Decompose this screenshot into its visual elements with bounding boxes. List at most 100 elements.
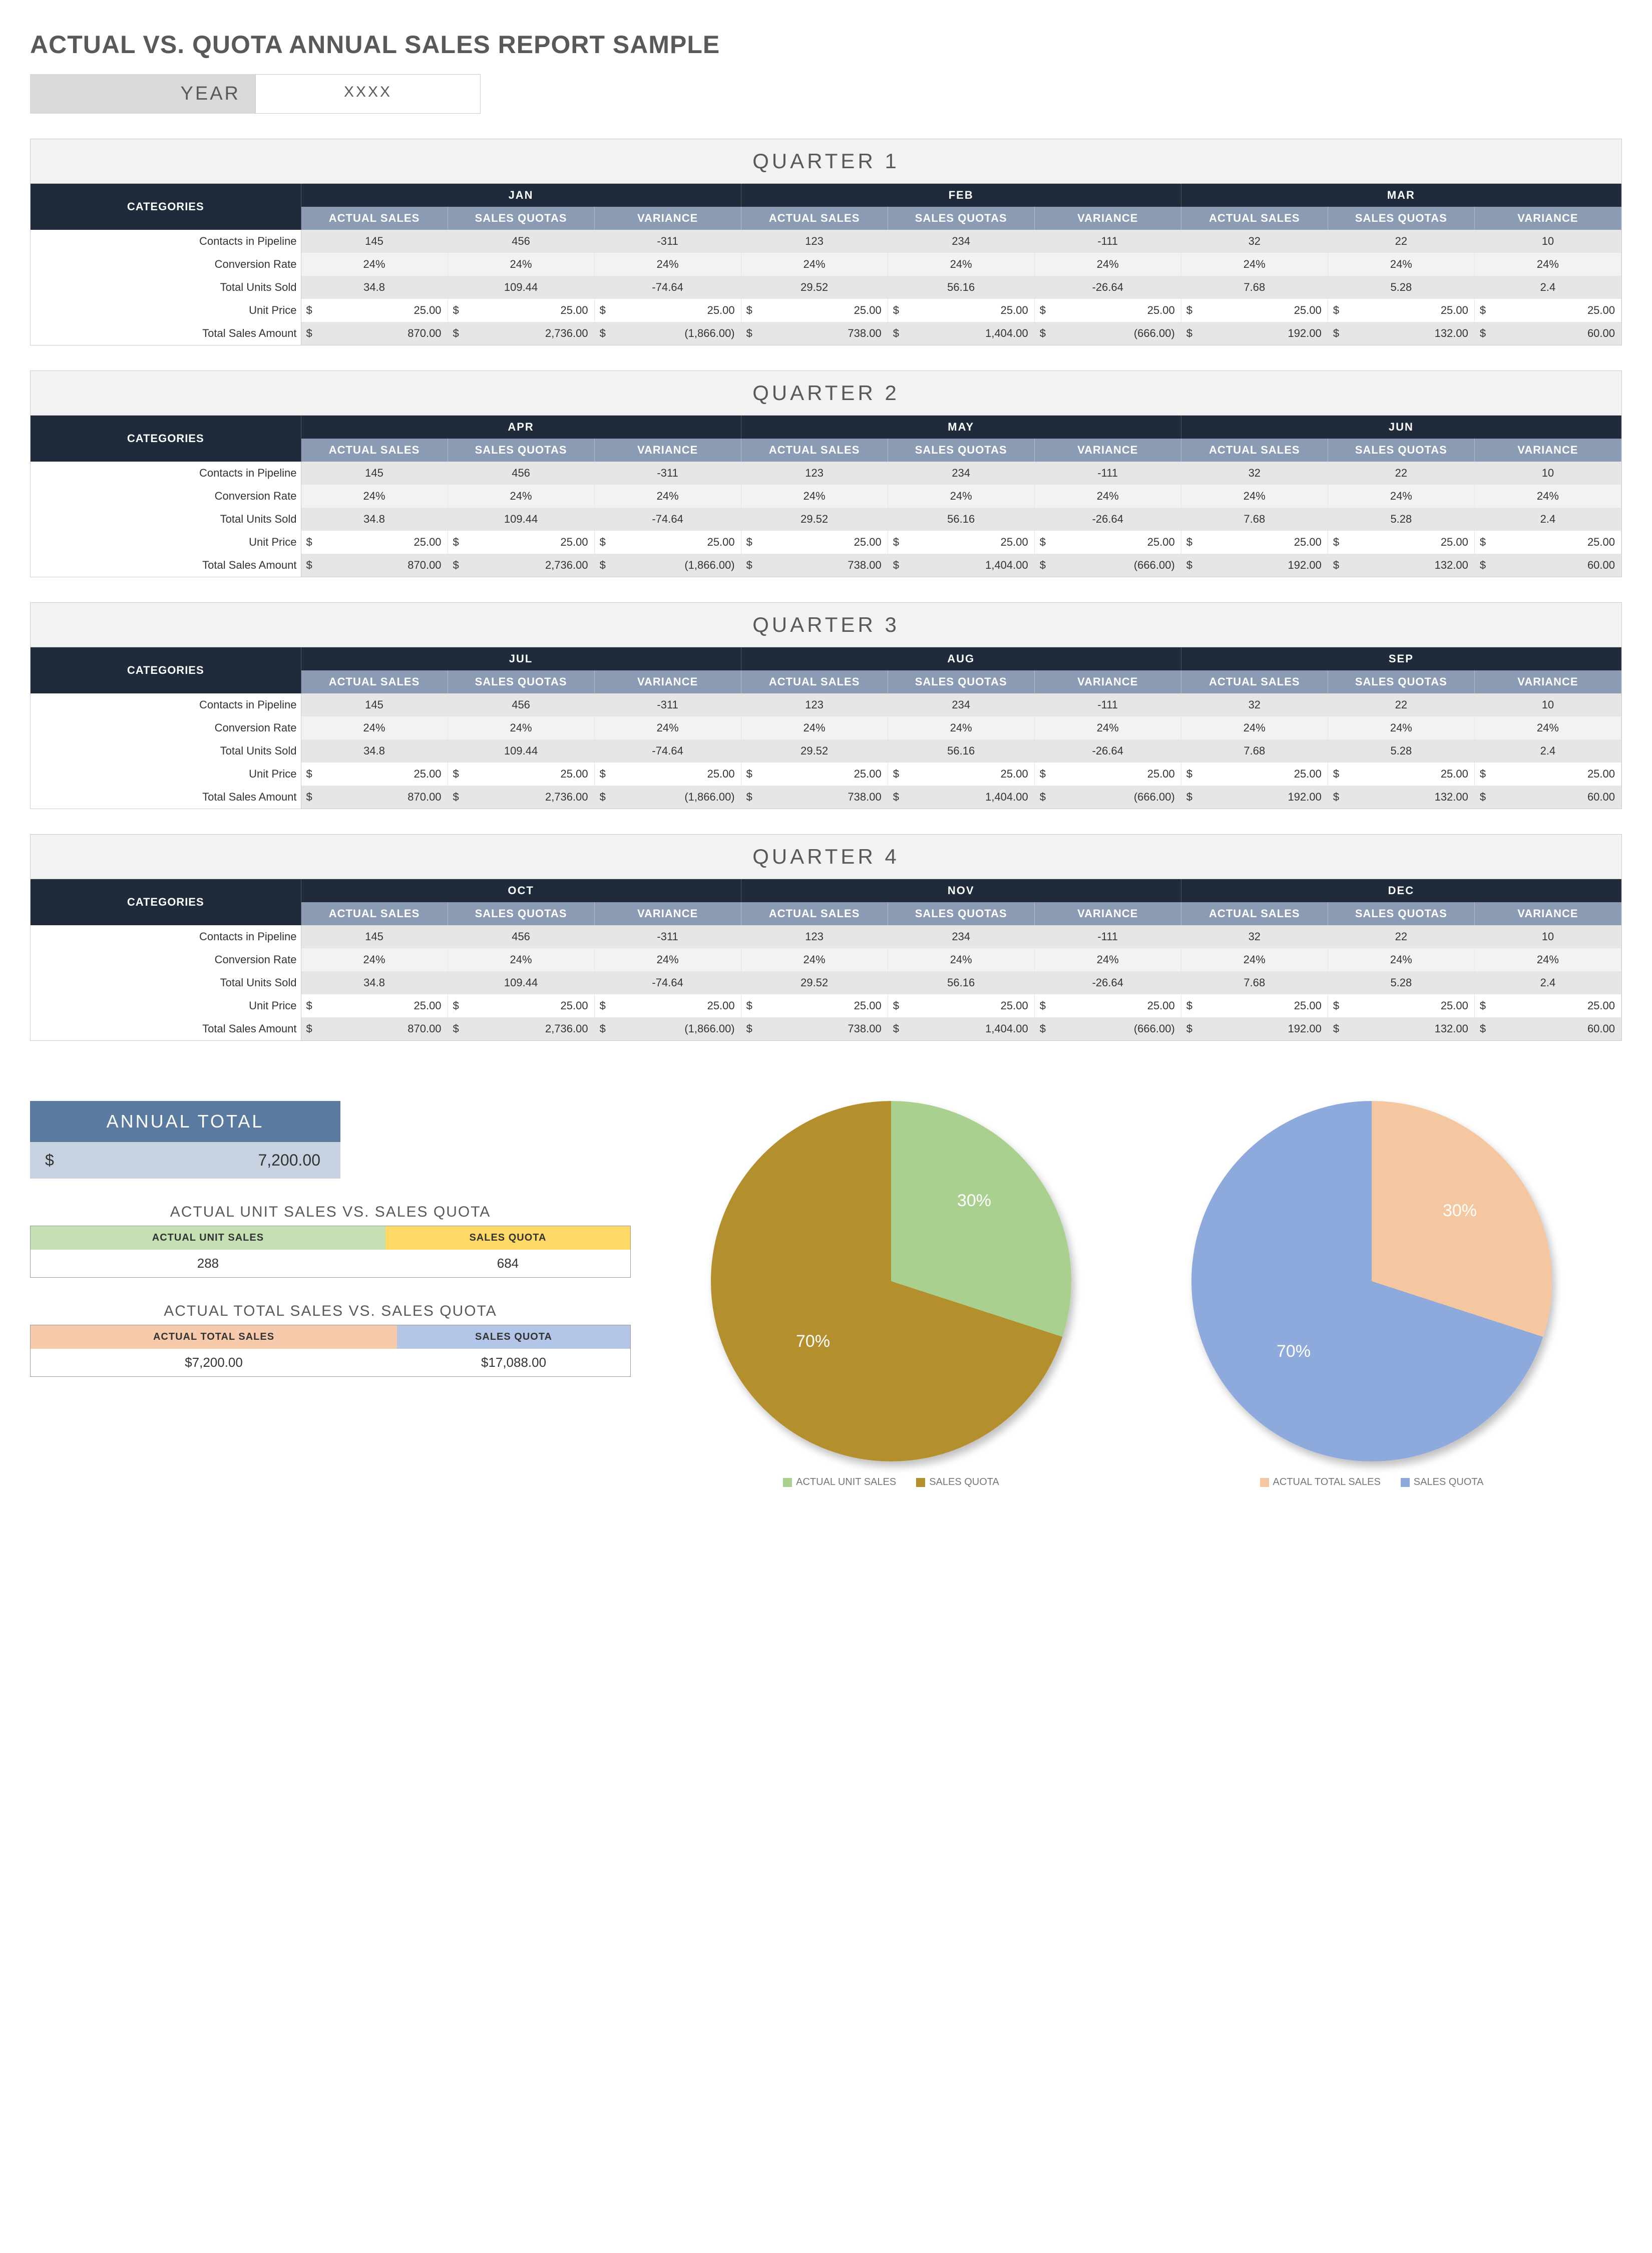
data-cell[interactable]: 24%: [594, 253, 741, 276]
data-cell[interactable]: 10: [1474, 462, 1621, 485]
data-cell[interactable]: -311: [594, 462, 741, 485]
data-cell[interactable]: -311: [594, 925, 741, 948]
data-cell[interactable]: $2,736.00: [448, 786, 594, 809]
data-cell[interactable]: 22: [1328, 462, 1474, 485]
data-cell[interactable]: $2,736.00: [448, 1017, 594, 1040]
data-cell[interactable]: 56.16: [888, 739, 1034, 763]
data-cell[interactable]: $192.00: [1181, 322, 1328, 345]
data-cell[interactable]: $25.00: [1328, 531, 1474, 554]
data-cell[interactable]: 24%: [301, 716, 448, 739]
data-cell[interactable]: $25.00: [594, 994, 741, 1017]
data-cell[interactable]: 10: [1474, 230, 1621, 253]
data-cell[interactable]: 24%: [1034, 948, 1181, 971]
data-cell[interactable]: $1,404.00: [888, 322, 1034, 345]
data-cell[interactable]: 24%: [1328, 253, 1474, 276]
data-cell[interactable]: -311: [594, 693, 741, 716]
data-cell[interactable]: 24%: [1328, 948, 1474, 971]
data-cell[interactable]: $25.00: [594, 763, 741, 786]
data-cell[interactable]: $25.00: [1474, 994, 1621, 1017]
data-cell[interactable]: $25.00: [741, 531, 888, 554]
data-cell[interactable]: 2.4: [1474, 508, 1621, 531]
data-cell[interactable]: $(1,866.00): [594, 554, 741, 577]
data-cell[interactable]: $738.00: [741, 554, 888, 577]
data-cell[interactable]: 24%: [301, 253, 448, 276]
data-cell[interactable]: $25.00: [1328, 763, 1474, 786]
data-cell[interactable]: $25.00: [1328, 994, 1474, 1017]
data-cell[interactable]: -311: [594, 230, 741, 253]
data-cell[interactable]: 32: [1181, 462, 1328, 485]
data-cell[interactable]: 123: [741, 462, 888, 485]
year-input[interactable]: XXXX: [255, 74, 481, 114]
data-cell[interactable]: 24%: [1181, 253, 1328, 276]
data-cell[interactable]: 24%: [301, 485, 448, 508]
data-cell[interactable]: $25.00: [888, 763, 1034, 786]
data-cell[interactable]: 2.4: [1474, 739, 1621, 763]
data-cell[interactable]: 24%: [1474, 253, 1621, 276]
data-cell[interactable]: 24%: [741, 253, 888, 276]
data-cell[interactable]: 7.68: [1181, 508, 1328, 531]
data-cell[interactable]: $2,736.00: [448, 554, 594, 577]
data-cell[interactable]: 24%: [448, 948, 594, 971]
data-cell[interactable]: -111: [1034, 230, 1181, 253]
data-cell[interactable]: $2,736.00: [448, 322, 594, 345]
data-cell[interactable]: $738.00: [741, 786, 888, 809]
data-cell[interactable]: -111: [1034, 693, 1181, 716]
data-cell[interactable]: $60.00: [1474, 1017, 1621, 1040]
data-cell[interactable]: $(666.00): [1034, 1017, 1181, 1040]
data-cell[interactable]: -74.64: [594, 739, 741, 763]
data-cell[interactable]: 234: [888, 925, 1034, 948]
data-cell[interactable]: 24%: [594, 485, 741, 508]
data-cell[interactable]: 109.44: [448, 508, 594, 531]
data-cell[interactable]: 29.52: [741, 508, 888, 531]
data-cell[interactable]: $25.00: [1181, 994, 1328, 1017]
data-cell[interactable]: $870.00: [301, 786, 448, 809]
data-cell[interactable]: -26.64: [1034, 739, 1181, 763]
data-cell[interactable]: $(666.00): [1034, 554, 1181, 577]
data-cell[interactable]: 5.28: [1328, 508, 1474, 531]
data-cell[interactable]: $870.00: [301, 554, 448, 577]
data-cell[interactable]: 34.8: [301, 971, 448, 994]
data-cell[interactable]: -26.64: [1034, 508, 1181, 531]
data-cell[interactable]: 24%: [741, 948, 888, 971]
data-cell[interactable]: 109.44: [448, 971, 594, 994]
data-cell[interactable]: $132.00: [1328, 322, 1474, 345]
data-cell[interactable]: $25.00: [301, 763, 448, 786]
data-cell[interactable]: 145: [301, 925, 448, 948]
data-cell[interactable]: 145: [301, 693, 448, 716]
data-cell[interactable]: 24%: [594, 716, 741, 739]
data-cell[interactable]: $25.00: [448, 994, 594, 1017]
data-cell[interactable]: 56.16: [888, 508, 1034, 531]
data-cell[interactable]: -111: [1034, 925, 1181, 948]
data-cell[interactable]: $192.00: [1181, 554, 1328, 577]
data-cell[interactable]: $60.00: [1474, 322, 1621, 345]
data-cell[interactable]: 24%: [1328, 485, 1474, 508]
data-cell[interactable]: 24%: [448, 716, 594, 739]
data-cell[interactable]: 456: [448, 693, 594, 716]
data-cell[interactable]: 109.44: [448, 276, 594, 299]
data-cell[interactable]: 22: [1328, 230, 1474, 253]
data-cell[interactable]: 24%: [1474, 948, 1621, 971]
data-cell[interactable]: $(666.00): [1034, 786, 1181, 809]
data-cell[interactable]: 24%: [1034, 485, 1181, 508]
data-cell[interactable]: 24%: [448, 485, 594, 508]
data-cell[interactable]: $(1,866.00): [594, 786, 741, 809]
data-cell[interactable]: 24%: [448, 253, 594, 276]
data-cell[interactable]: 34.8: [301, 276, 448, 299]
data-cell[interactable]: -74.64: [594, 971, 741, 994]
data-cell[interactable]: $25.00: [448, 299, 594, 322]
data-cell[interactable]: $25.00: [741, 299, 888, 322]
data-cell[interactable]: 123: [741, 925, 888, 948]
data-cell[interactable]: 24%: [1181, 948, 1328, 971]
data-cell[interactable]: 5.28: [1328, 739, 1474, 763]
data-cell[interactable]: 24%: [1474, 485, 1621, 508]
data-cell[interactable]: $870.00: [301, 322, 448, 345]
data-cell[interactable]: $25.00: [1034, 299, 1181, 322]
data-cell[interactable]: $738.00: [741, 322, 888, 345]
data-cell[interactable]: 24%: [741, 485, 888, 508]
data-cell[interactable]: 24%: [594, 948, 741, 971]
data-cell[interactable]: $25.00: [1034, 531, 1181, 554]
data-cell[interactable]: 24%: [1034, 716, 1181, 739]
data-cell[interactable]: $132.00: [1328, 786, 1474, 809]
data-cell[interactable]: 7.68: [1181, 739, 1328, 763]
data-cell[interactable]: 456: [448, 462, 594, 485]
